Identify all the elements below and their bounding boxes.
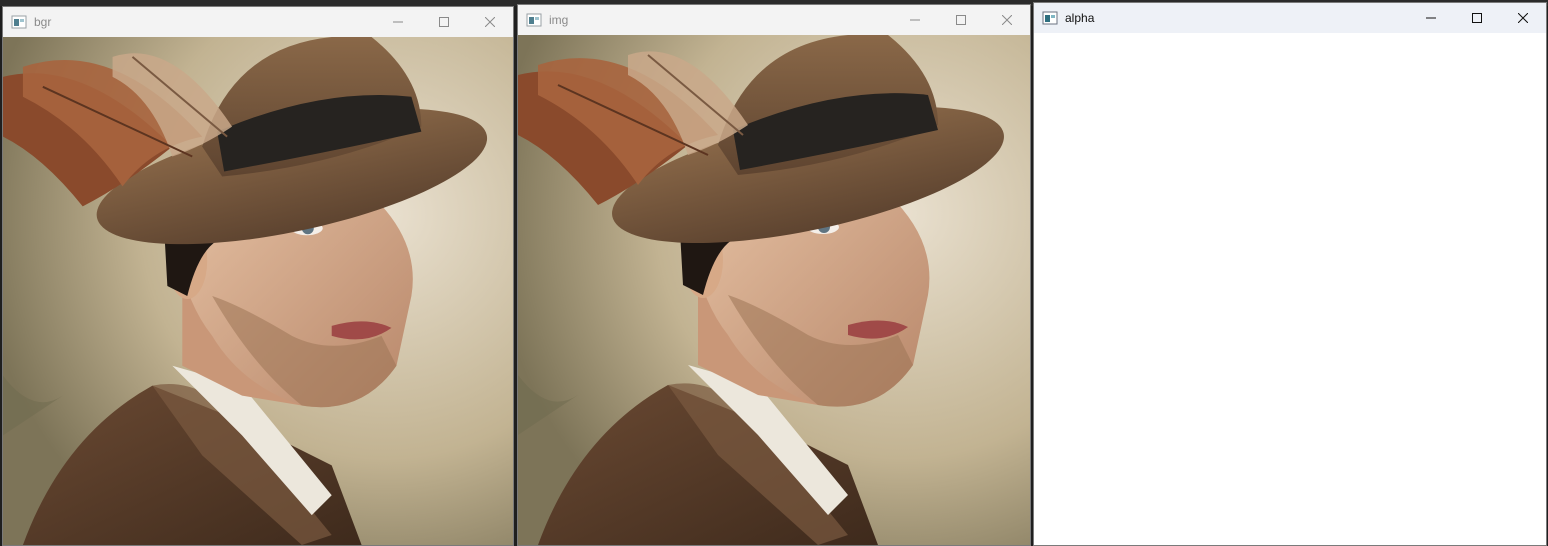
- maximize-button[interactable]: [938, 5, 984, 35]
- close-icon: [1518, 13, 1528, 23]
- window-bgr[interactable]: bgr: [2, 6, 514, 546]
- close-icon: [1002, 15, 1012, 25]
- portrait-photo: [3, 37, 513, 545]
- titlebar[interactable]: img: [518, 5, 1030, 35]
- minimize-icon: [910, 19, 920, 21]
- minimize-icon: [1426, 17, 1436, 19]
- close-button[interactable]: [1500, 3, 1546, 33]
- maximize-icon: [439, 17, 449, 27]
- window-title: img: [549, 13, 569, 27]
- close-button[interactable]: [984, 5, 1030, 35]
- window-title: alpha: [1065, 11, 1095, 25]
- maximize-icon: [956, 15, 966, 25]
- window-img[interactable]: img: [517, 4, 1031, 546]
- image-canvas[interactable]: [1034, 33, 1546, 545]
- minimize-button[interactable]: [1408, 3, 1454, 33]
- window-alpha[interactable]: alpha: [1033, 2, 1547, 546]
- titlebar[interactable]: bgr: [3, 7, 513, 37]
- titlebar[interactable]: alpha: [1034, 3, 1546, 33]
- maximize-icon: [1472, 13, 1482, 23]
- close-icon: [485, 17, 495, 27]
- minimize-icon: [393, 21, 403, 23]
- app-window-icon: [1042, 11, 1058, 25]
- app-window-icon: [11, 15, 27, 29]
- image-canvas[interactable]: [3, 37, 513, 545]
- app-window-icon: [526, 13, 542, 27]
- minimize-button[interactable]: [375, 7, 421, 37]
- maximize-button[interactable]: [421, 7, 467, 37]
- window-title: bgr: [34, 15, 52, 29]
- portrait-photo: [518, 35, 1030, 545]
- close-button[interactable]: [467, 7, 513, 37]
- image-canvas[interactable]: [518, 35, 1030, 545]
- minimize-button[interactable]: [892, 5, 938, 35]
- maximize-button[interactable]: [1454, 3, 1500, 33]
